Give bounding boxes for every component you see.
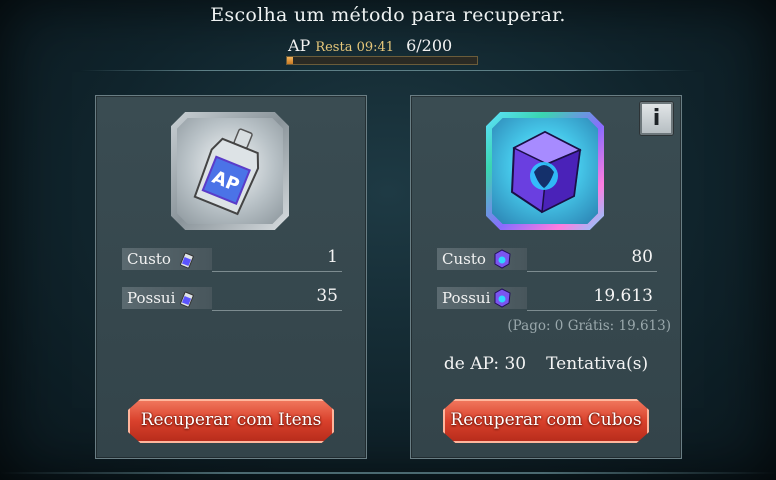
footer-divider xyxy=(0,472,776,474)
ap-remaining-time: Resta 09:41 xyxy=(315,40,395,55)
recover-with-items-button[interactable]: Recuperar com Itens xyxy=(128,399,334,443)
cost-row: Custo 80 xyxy=(437,247,657,272)
info-icon: i xyxy=(652,106,661,131)
owned-row: Possui 35 xyxy=(122,286,342,311)
ap-potion-icon xyxy=(180,252,194,269)
dialog-title: Escolha um método para recuperar. xyxy=(210,4,566,26)
recover-with-items-panel: AP Custo 1 Possui 35 Recuperar com Itens xyxy=(95,95,367,459)
owned-label: Possui xyxy=(127,289,176,307)
ap-potion-icon xyxy=(180,291,194,308)
info-button[interactable]: i xyxy=(639,101,674,136)
ap-count: 6/200 xyxy=(406,36,453,55)
ap-progress-fill xyxy=(287,57,293,64)
cube-icon xyxy=(494,288,511,308)
cost-row: Custo 1 xyxy=(122,247,342,272)
ap-potion-icon: AP xyxy=(193,128,260,216)
cube-frame xyxy=(486,112,604,230)
ap-status-row: AP Resta 09:41 6/200 xyxy=(288,36,452,56)
ap-gain-text: de AP: 30 xyxy=(443,354,527,374)
owned-row: Possui 19.613 xyxy=(437,286,657,311)
cube-icon xyxy=(510,130,582,214)
item-frame: AP xyxy=(171,112,289,230)
cube-icon xyxy=(494,249,511,269)
recover-with-cubes-label: Recuperar com Cubos xyxy=(450,410,642,430)
recover-with-cubes-panel: i Custo 80 Possui 19.613 (Pago: 0 Grátis… xyxy=(410,95,682,459)
cube-breakdown: (Pago: 0 Grátis: 19.613) xyxy=(507,318,671,334)
cost-label: Custo xyxy=(127,250,171,268)
header-divider xyxy=(80,70,696,71)
recover-with-cubes-button[interactable]: Recuperar com Cubos xyxy=(443,399,649,443)
cost-value: 1 xyxy=(327,247,338,267)
cost-label: Custo xyxy=(442,250,486,268)
owned-value: 19.613 xyxy=(593,286,653,306)
owned-label: Possui xyxy=(442,289,491,307)
ap-label: AP xyxy=(288,36,311,55)
recover-with-items-label: Recuperar com Itens xyxy=(140,410,322,430)
attempts-text: Tentativa(s) xyxy=(546,354,649,374)
cost-value: 80 xyxy=(631,247,653,267)
ap-gain-ticker: de AP: 30 Tentativa(s) xyxy=(421,354,671,374)
owned-value: 35 xyxy=(316,286,338,306)
ap-progress-bar xyxy=(286,56,478,65)
